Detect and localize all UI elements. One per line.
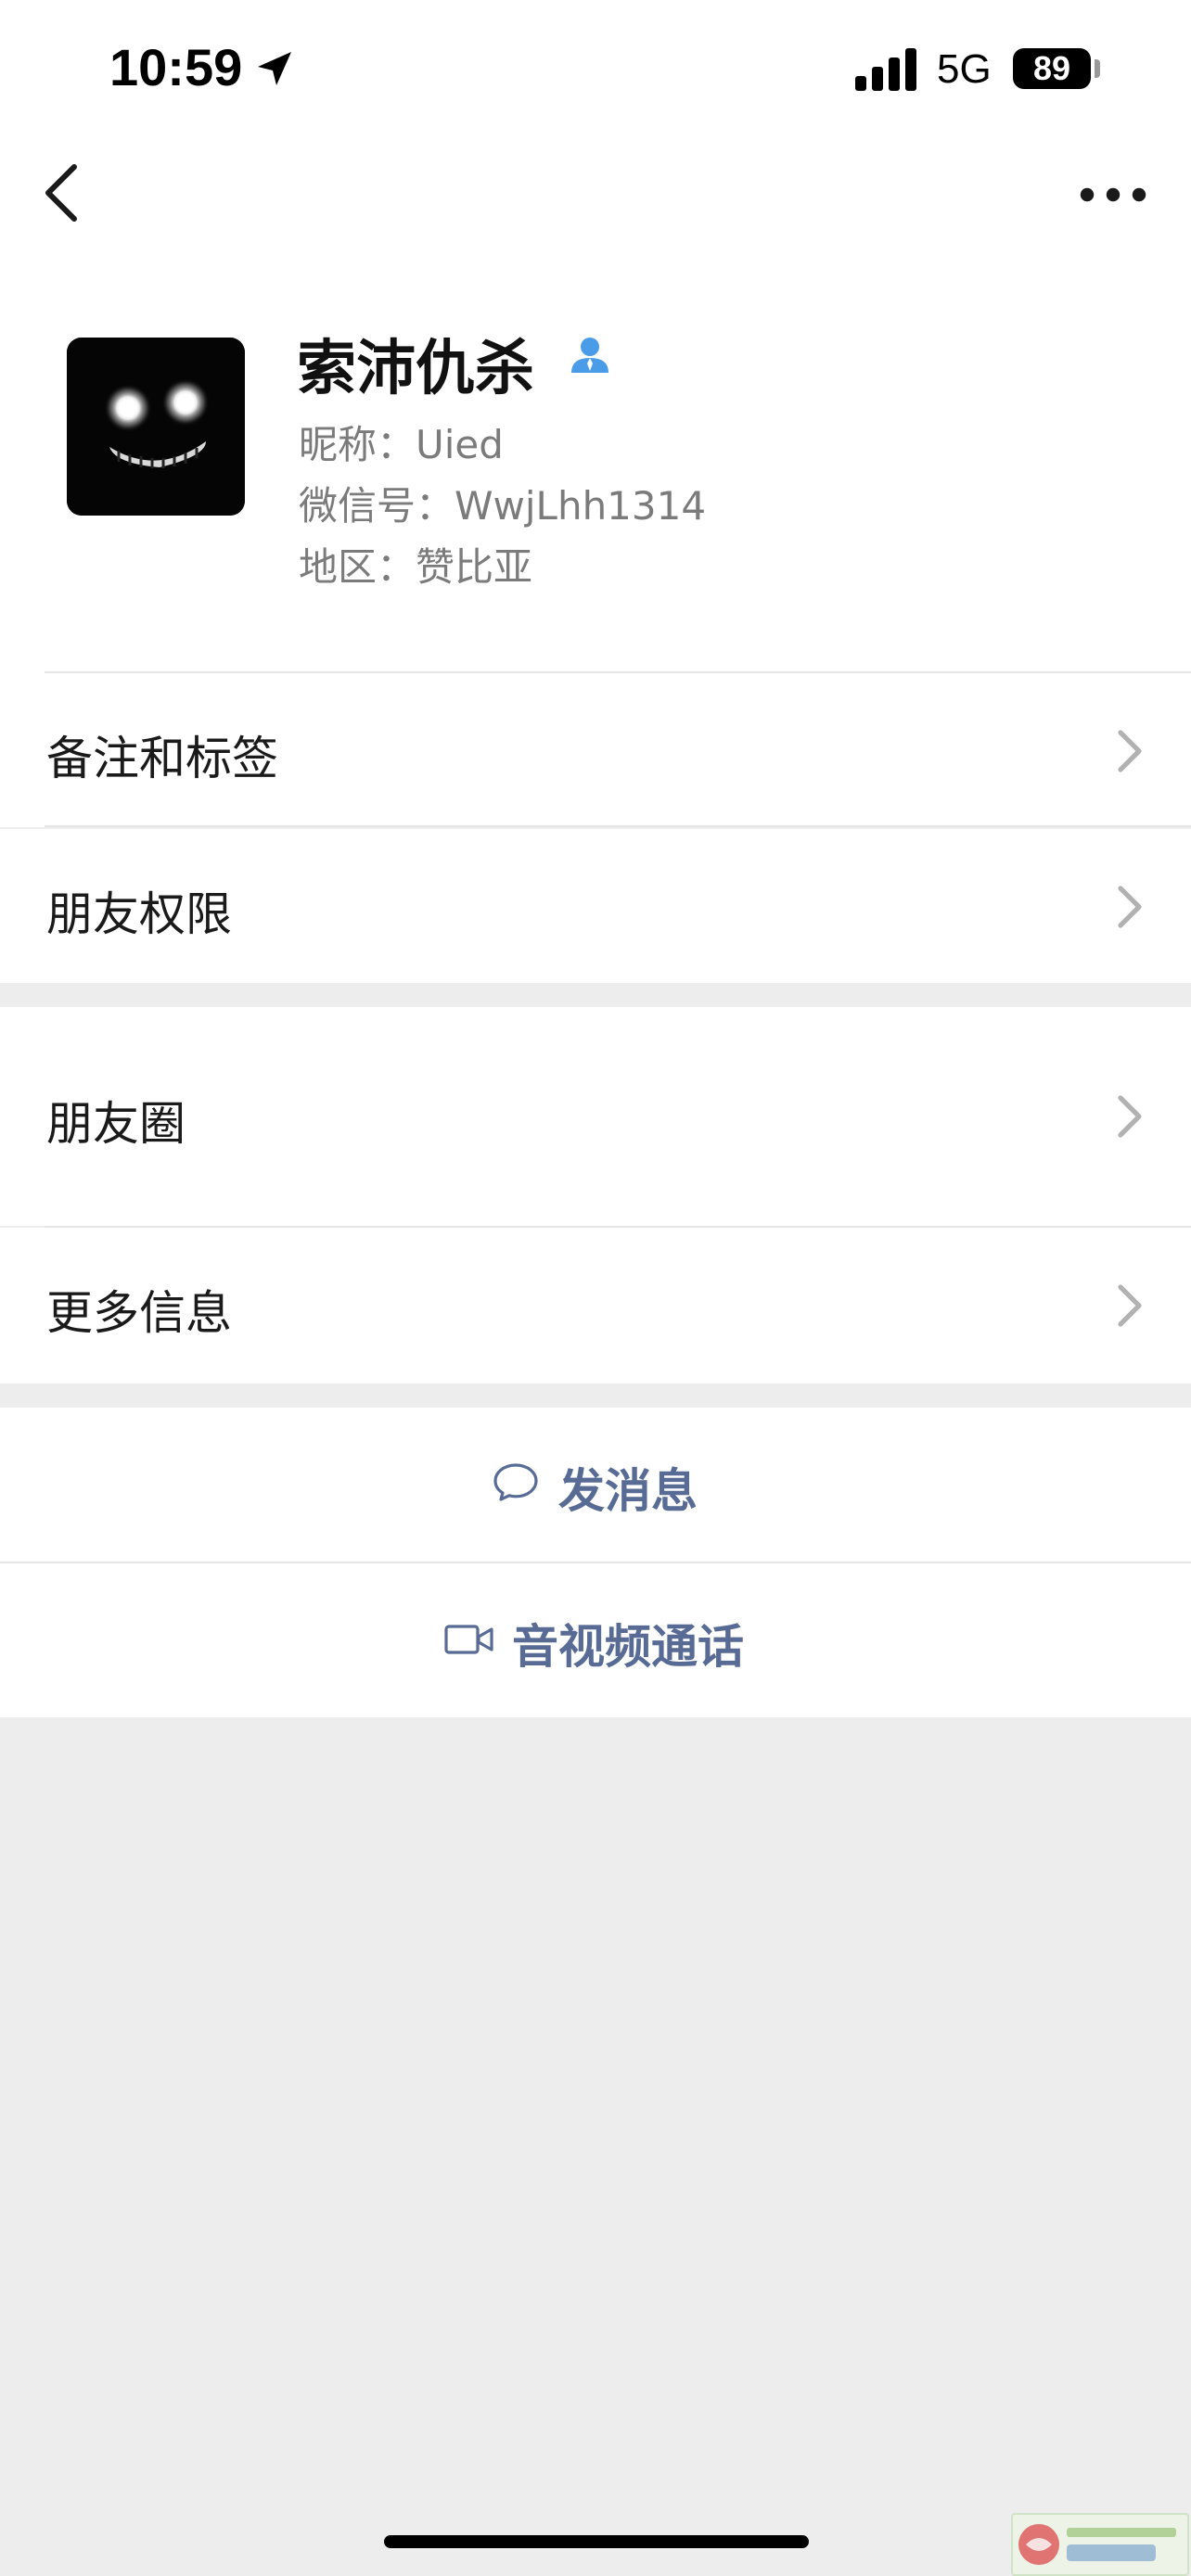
battery-icon: 89 bbox=[1013, 48, 1091, 89]
row-label: 更多信息 bbox=[46, 1286, 232, 1340]
location-arrow-icon bbox=[258, 52, 291, 85]
divider bbox=[45, 825, 1191, 827]
nickname: 昵称：Uied bbox=[299, 422, 504, 467]
row-label: 朋友圈 bbox=[46, 1097, 186, 1151]
battery-level: 89 bbox=[1032, 49, 1071, 87]
chevron-right-icon bbox=[1118, 1284, 1142, 1327]
cellular-signal-icon bbox=[855, 48, 916, 91]
send-message-button[interactable]: 发消息 bbox=[0, 1408, 1191, 1563]
watermark-logo bbox=[1011, 2513, 1189, 2576]
status-bar: 10:59 5G 89 bbox=[0, 0, 1191, 139]
video-call-button[interactable]: 音视频通话 bbox=[0, 1563, 1191, 1717]
row-label: 朋友权限 bbox=[46, 887, 232, 941]
video-camera-icon bbox=[444, 1625, 493, 1654]
network-type: 5G bbox=[937, 46, 992, 92]
send-message-label: 发消息 bbox=[558, 1464, 698, 1518]
chat-bubble-icon bbox=[493, 1463, 538, 1501]
avatar-image bbox=[67, 338, 245, 516]
profile-header: 索沛仇杀 昵称：Uied 微信号：WwjLhh1314 地区：赞比亚 bbox=[0, 250, 1191, 673]
status-time: 10:59 bbox=[109, 38, 243, 96]
battery-tip bbox=[1095, 59, 1100, 78]
chevron-right-icon bbox=[1118, 1095, 1142, 1138]
avatar[interactable] bbox=[67, 338, 245, 516]
nav-bar bbox=[0, 139, 1191, 250]
person-icon bbox=[571, 338, 608, 373]
row-label: 备注和标签 bbox=[46, 732, 278, 785]
region: 地区：赞比亚 bbox=[299, 544, 533, 590]
wechat-id: 微信号：WwjLhh1314 bbox=[299, 483, 707, 529]
chevron-left-icon[interactable] bbox=[33, 156, 89, 230]
chevron-right-icon bbox=[1118, 730, 1142, 772]
row-moments[interactable]: 朋友圈 bbox=[0, 1007, 1191, 1228]
row-more-info[interactable]: 更多信息 bbox=[0, 1228, 1191, 1384]
ellipsis-icon[interactable] bbox=[1076, 167, 1150, 223]
contact-name: 索沛仇杀 bbox=[297, 335, 534, 403]
row-remarks-tags[interactable]: 备注和标签 bbox=[0, 673, 1191, 827]
home-indicator bbox=[384, 2535, 809, 2548]
video-call-label: 音视频通话 bbox=[512, 1620, 744, 1674]
chevron-right-icon bbox=[1118, 886, 1142, 928]
row-friend-permissions[interactable]: 朋友权限 bbox=[0, 829, 1191, 983]
